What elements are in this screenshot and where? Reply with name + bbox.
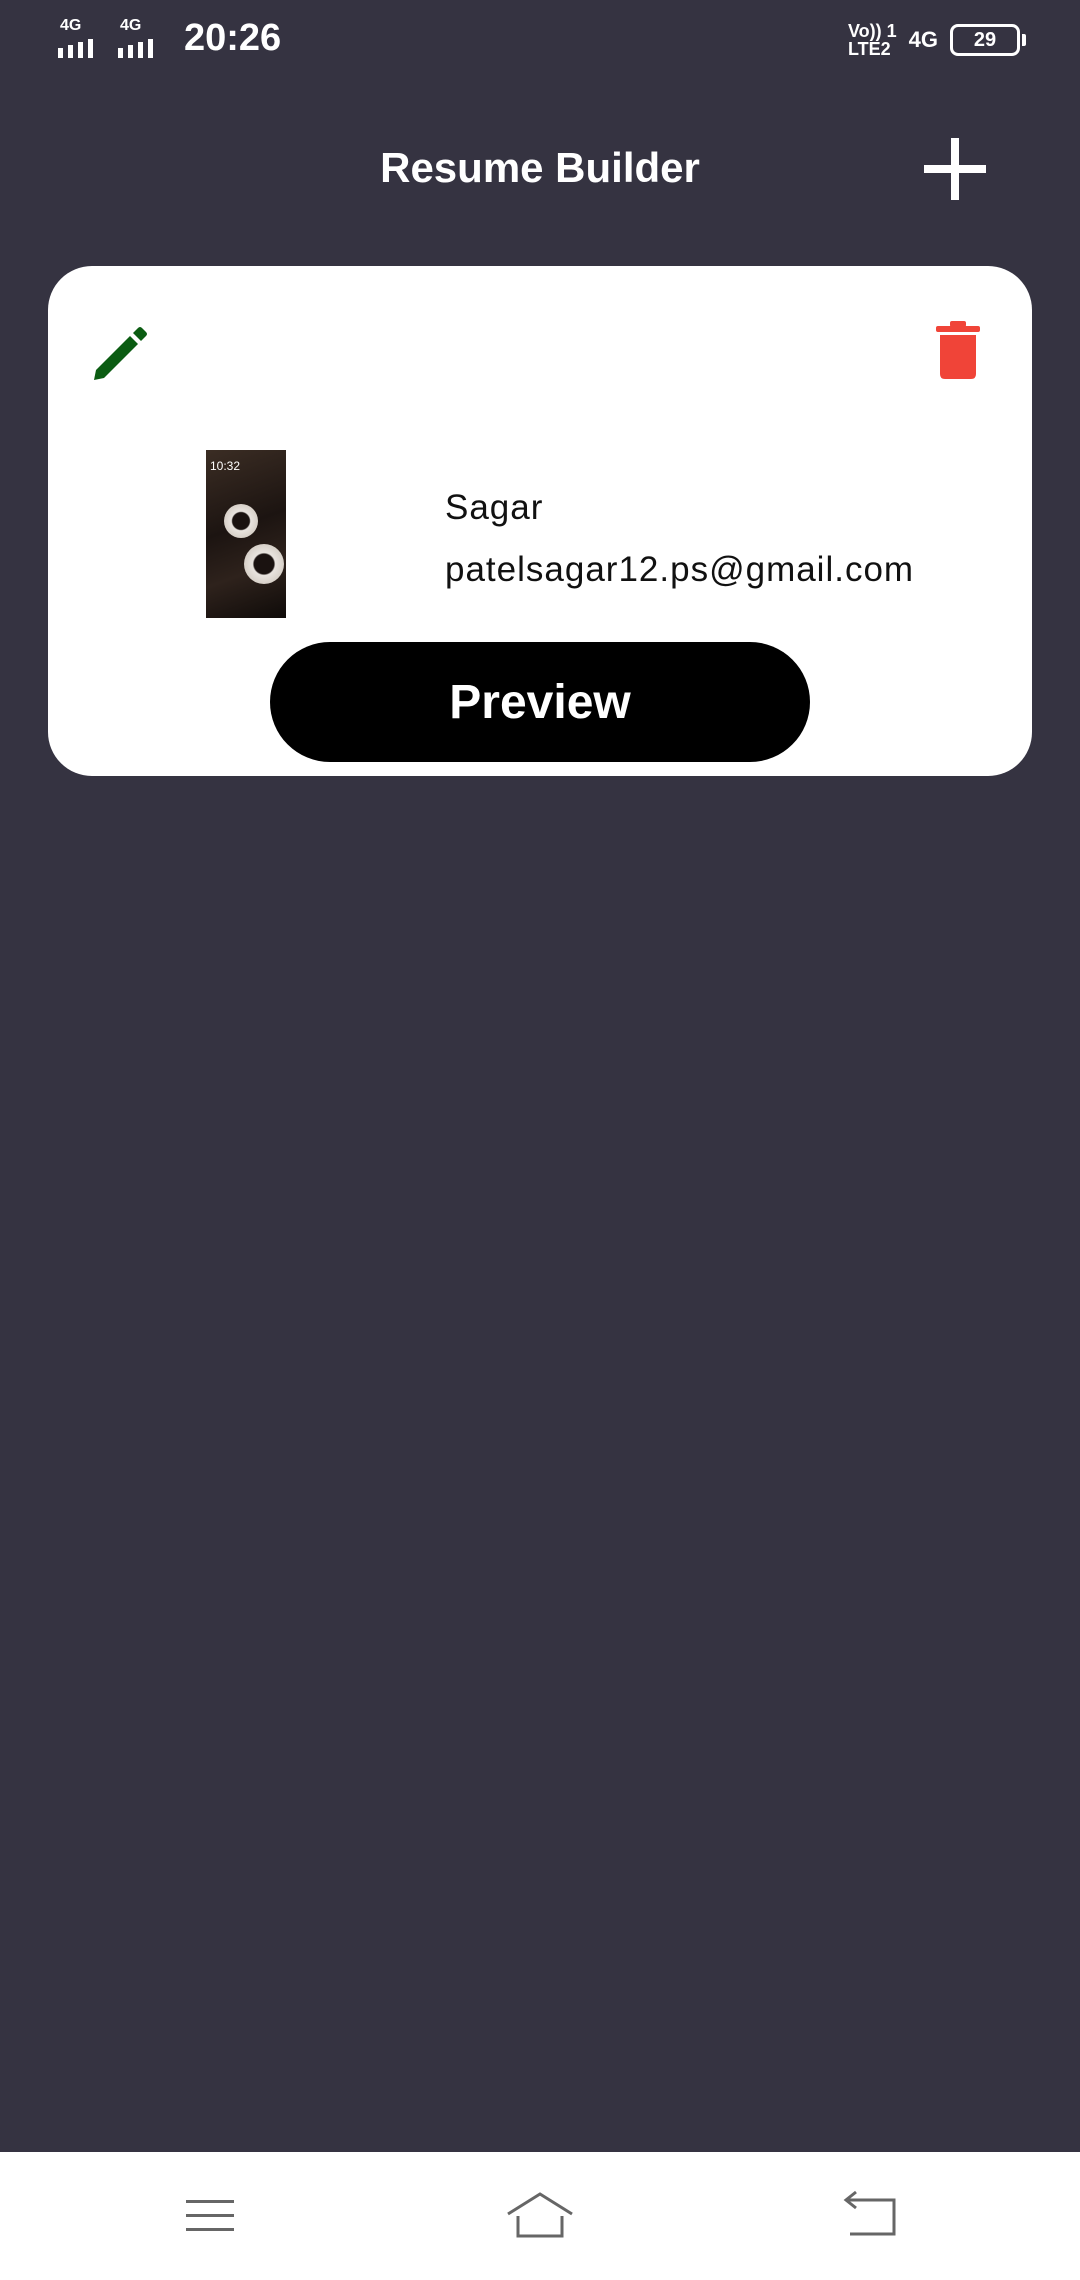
back-button[interactable] — [834, 2186, 906, 2246]
volte-indicator: Vo)) 1 LTE2 — [848, 22, 897, 58]
profile-photo-thumbnail: 10:32 — [206, 450, 286, 618]
volte-top-label: Vo)) 1 — [847, 21, 897, 41]
back-icon — [843, 2190, 896, 2236]
data-network-label: 4G — [908, 27, 938, 52]
system-navigation-bar — [0, 2152, 1080, 2280]
status-bar-left: 4G 4G 20:26 — [58, 18, 281, 58]
pencil-icon — [94, 327, 147, 380]
sim1-network-label: 4G — [60, 17, 82, 34]
trash-icon — [936, 321, 980, 379]
battery-icon: 29 — [950, 24, 1026, 56]
resume-email: patelsagar12.ps@gmail.com — [445, 550, 915, 589]
edit-resume-button[interactable] — [88, 320, 152, 384]
page-title: Resume Builder — [380, 144, 700, 191]
volte-bottom-label: LTE2 — [847, 39, 891, 59]
sim2-signal-icon: 4G — [118, 18, 164, 58]
plus-icon — [924, 138, 986, 200]
status-bar-right: Vo)) 1 LTE2 4G 29 — [848, 22, 1026, 58]
preview-button[interactable]: Preview — [270, 642, 810, 762]
menu-icon — [186, 2200, 234, 2231]
add-resume-button[interactable] — [920, 134, 990, 204]
recent-apps-button[interactable] — [174, 2186, 246, 2246]
sim2-network-label: 4G — [120, 17, 142, 34]
sim1-signal-icon: 4G — [58, 18, 104, 58]
delete-resume-button[interactable] — [934, 320, 982, 380]
home-icon — [507, 2192, 573, 2238]
resume-name: Sagar — [445, 488, 544, 527]
home-button[interactable] — [504, 2186, 576, 2246]
resume-card: 10:32 Sagar patelsagar12.ps@gmail.com Pr… — [48, 266, 1032, 776]
status-bar: 4G 4G 20:26 Vo)) 1 LTE2 4G 29 — [0, 0, 1080, 84]
status-time: 20:26 — [184, 17, 282, 59]
battery-level: 29 — [973, 28, 997, 51]
thumbnail-time: 10:32 — [210, 459, 241, 473]
